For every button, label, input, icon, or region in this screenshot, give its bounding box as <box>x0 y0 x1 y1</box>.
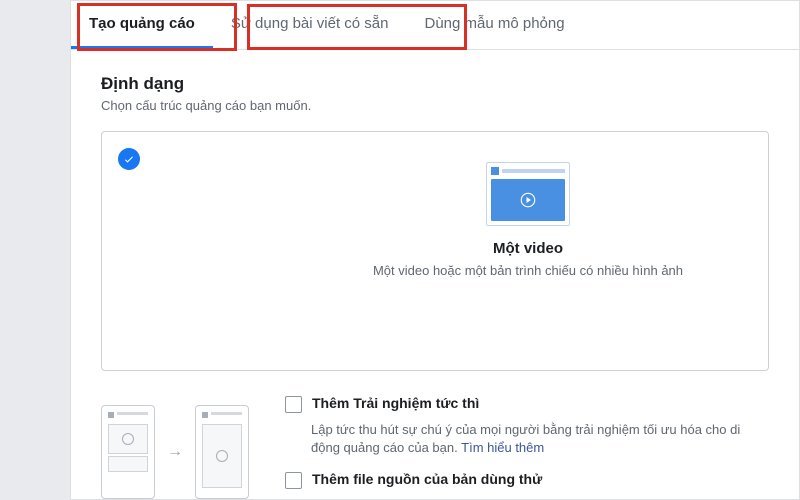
tab-use-mockup[interactable]: Dùng mẫu mô phỏng <box>406 1 582 49</box>
tab-use-existing-post[interactable]: Sử dụng bài viết có sẵn <box>213 1 407 49</box>
format-option-title: Một video <box>493 240 563 257</box>
trial-source-title: Thêm file nguồn của bản dùng thử <box>312 471 542 487</box>
tab-create-ad[interactable]: Tạo quảng cáo <box>71 1 213 49</box>
instant-experience-title: Thêm Trải nghiệm tức thì <box>312 395 479 411</box>
instant-experience-desc: Lập tức thu hút sự chú ý của mọi người b… <box>311 421 769 457</box>
check-icon <box>118 148 140 170</box>
ad-setup-tabs: Tạo quảng cáo Sử dụng bài viết có sẵn Dù… <box>71 1 799 50</box>
ad-creation-panel: Tạo quảng cáo Sử dụng bài viết có sẵn Dù… <box>70 0 800 500</box>
checkbox-instant-experience[interactable] <box>285 396 302 413</box>
arrow-icon: → <box>167 443 183 461</box>
learn-more-link[interactable]: Tìm hiểu thêm <box>461 440 544 455</box>
format-option-desc: Một video hoặc một bản trình chiếu có nh… <box>373 263 683 278</box>
video-format-icon <box>486 162 570 226</box>
format-subheading: Chọn cấu trúc quảng cáo bạn muốn. <box>101 98 769 113</box>
format-heading: Định dạng <box>101 74 769 94</box>
checkbox-trial-source[interactable] <box>285 472 302 489</box>
format-option-card[interactable]: Một video Một video hoặc một bản trình c… <box>101 131 769 371</box>
instant-experience-diagram: → <box>101 395 261 499</box>
